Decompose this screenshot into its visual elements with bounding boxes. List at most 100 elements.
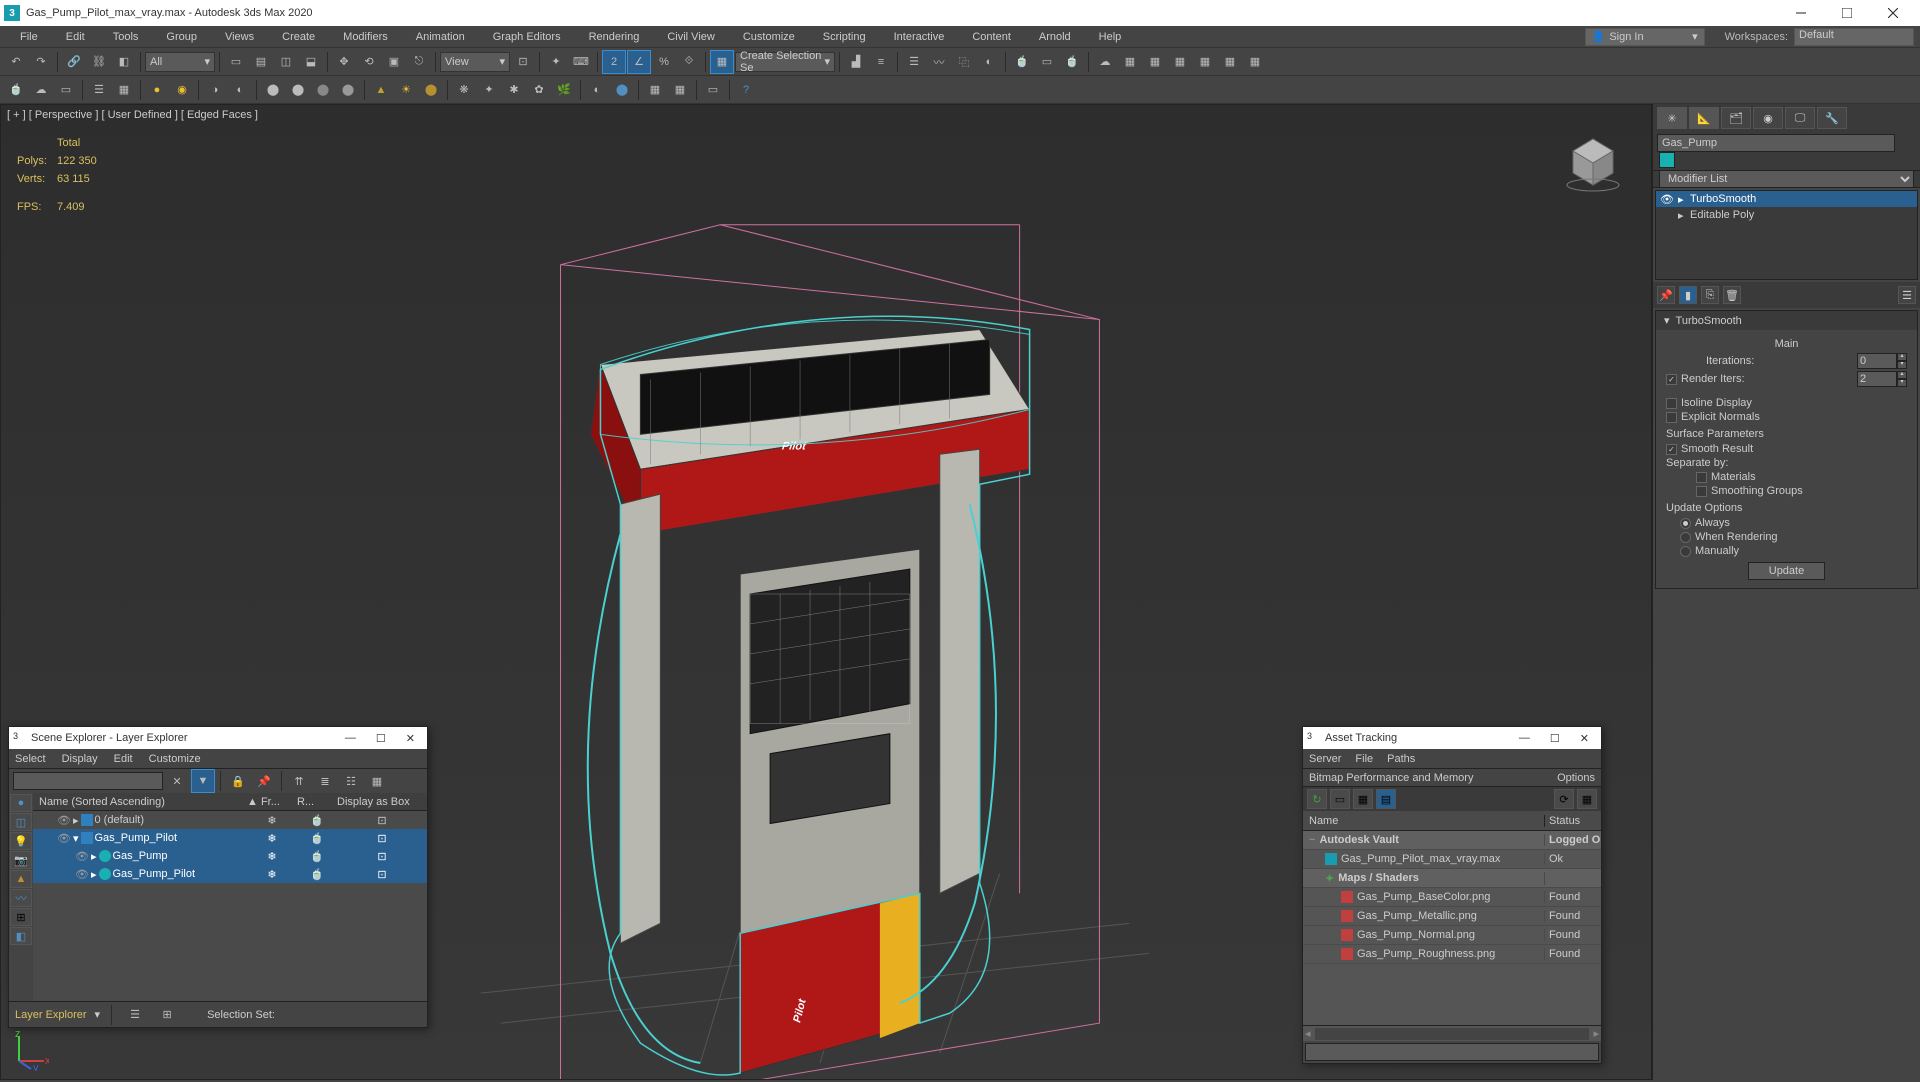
iterations-spinner[interactable]: ▴▾ [1857,353,1907,369]
menu-views[interactable]: Views [211,26,268,48]
tb-extra1[interactable]: ▦ [1118,50,1142,74]
ref-coord-dropdown[interactable]: View▾ [440,52,510,72]
se-t4-button[interactable]: ▦ [365,769,389,793]
at-row[interactable]: − Autodesk VaultLogged O [1303,831,1601,850]
menu-interactive[interactable]: Interactive [880,26,959,48]
maximize-button[interactable] [1824,0,1870,26]
at-col-status[interactable]: Status [1545,815,1601,827]
cloud-icon[interactable]: ☁ [29,78,53,102]
menu-group[interactable]: Group [152,26,211,48]
keyboard-button[interactable]: ⌨ [569,50,593,74]
named-selection-dropdown[interactable]: Create Selection Se▾ [735,52,835,72]
pin-stack-button[interactable]: 📌 [1657,286,1675,304]
curve-editor-button[interactable]: 〰 [927,50,951,74]
atmos2-icon[interactable]: ⬤ [610,78,634,102]
snap-2d-button[interactable]: 2 [602,50,626,74]
unlink-button[interactable]: ⛓ [87,50,111,74]
redo-button[interactable]: ↷ [29,50,53,74]
se-side-helper[interactable]: ▲ [10,870,32,888]
se-tree[interactable]: Name (Sorted Ascending) ▲ Fr... R... Dis… [33,793,427,1001]
menu-help[interactable]: Help [1085,26,1136,48]
menu-create[interactable]: Create [268,26,329,48]
at-row[interactable]: Gas_Pump_BaseColor.pngFound [1303,888,1601,907]
show-end-button[interactable]: ▮ [1679,286,1697,304]
tb-extra5[interactable]: ▦ [1218,50,1242,74]
se-foot-b2[interactable]: ⊞ [155,1003,179,1027]
grid-icon[interactable]: ▦ [112,78,136,102]
se-menu-display[interactable]: Display [62,753,98,765]
se-lock-button[interactable]: 🔒 [226,769,250,793]
se-menu-select[interactable]: Select [15,753,46,765]
manually-radio[interactable] [1680,546,1691,557]
plant-icon[interactable]: 🌿 [552,78,576,102]
misc2-icon[interactable]: ▦ [668,78,692,102]
link-button[interactable]: 🔗 [62,50,86,74]
se-row[interactable]: 👁 ▸ 0 (default)❄🍵⊡ [33,811,427,829]
menu-content[interactable]: Content [958,26,1025,48]
sphere3-icon[interactable]: ⬤ [311,78,335,102]
se-close-button[interactable]: ✕ [398,732,423,745]
at-refresh-button[interactable]: ↻ [1307,789,1327,809]
help-icon[interactable]: ? [734,78,758,102]
align-button[interactable]: ≡ [869,50,893,74]
viewport-label[interactable]: [ + ] [ Perspective ] [ User Defined ] [… [7,109,258,121]
se-columns[interactable]: Name (Sorted Ascending) ▲ Fr... R... Dis… [33,793,427,811]
at-sub-label[interactable]: Bitmap Performance and Memory [1309,772,1473,784]
se-search-input[interactable] [13,772,163,790]
smgroups-check[interactable] [1696,486,1707,497]
bind-button[interactable]: ◧ [112,50,136,74]
atmos1-icon[interactable]: ◐ [585,78,609,102]
select-place-button[interactable]: ⎋ [407,50,431,74]
render-setup-button[interactable]: 🍵 [1010,50,1034,74]
motion-tab[interactable]: ◉ [1753,107,1783,129]
at-options-label[interactable]: Options [1557,772,1595,784]
select-rotate-button[interactable]: ⟲ [357,50,381,74]
select-move-button[interactable]: ✥ [332,50,356,74]
box-icon[interactable]: ▭ [54,78,78,102]
at-close-button[interactable]: ✕ [1572,732,1597,745]
at-row[interactable]: Gas_Pump_Metallic.pngFound [1303,907,1601,926]
sign-in-button[interactable]: 👤 Sign In▾ [1585,28,1705,46]
sphere1-icon[interactable]: ⬤ [261,78,285,102]
se-side-cam[interactable]: 📷 [10,851,32,869]
pivot-button[interactable]: ⊡ [511,50,535,74]
teapot-icon[interactable]: 🍵 [4,78,28,102]
list-icon[interactable]: ☰ [87,78,111,102]
se-row[interactable]: 👁 ▸ Gas_Pump_Pilot❄🍵⊡ [33,865,427,883]
menu-animation[interactable]: Animation [402,26,479,48]
sphere5-icon[interactable]: ⬤ [419,78,443,102]
at-b6[interactable]: ▦ [1577,789,1597,809]
render-iters-check[interactable]: ✓ [1666,374,1677,385]
at-row[interactable]: ✦ Maps / Shaders [1303,869,1601,888]
cone-icon[interactable]: ▲ [369,78,393,102]
at-minimize-button[interactable]: — [1511,732,1538,744]
se-foot-dd[interactable]: ▾ [95,1008,101,1021]
se-t3-button[interactable]: ☷ [339,769,363,793]
undo-button[interactable]: ↶ [4,50,28,74]
layer-explorer-button[interactable]: ☰ [902,50,926,74]
rollout-header[interactable]: ▾ TurboSmooth [1656,311,1917,330]
helper1-icon[interactable]: ◑ [203,78,227,102]
at-menu-server[interactable]: Server [1309,753,1341,765]
se-row[interactable]: 👁 ▸ Gas_Pump❄🍵⊡ [33,847,427,865]
particle2-icon[interactable]: ✦ [477,78,501,102]
se-t2-button[interactable]: ≣ [313,769,337,793]
sun-icon[interactable]: ☀ [394,78,418,102]
explicit-check[interactable] [1666,412,1677,423]
smooth-check[interactable]: ✓ [1666,444,1677,455]
se-side-sphere[interactable]: ● [10,794,32,812]
stack-item-editable-poly[interactable]: ▸ Editable Poly [1656,207,1917,223]
se-row[interactable]: 👁 ▾ Gas_Pump_Pilot❄🍵⊡ [33,829,427,847]
menu-edit[interactable]: Edit [52,26,99,48]
menu-scripting[interactable]: Scripting [809,26,880,48]
at-b3[interactable]: ▦ [1353,789,1373,809]
select-object-button[interactable]: ▭ [224,50,248,74]
se-side-warp[interactable]: 〰 [10,889,32,907]
spinner-snap-button[interactable]: ⟐ [677,50,701,74]
se-t1-button[interactable]: ⇈ [287,769,311,793]
misc3-icon[interactable]: ▭ [701,78,725,102]
at-hscroll[interactable]: ◂ ▸ [1303,1025,1601,1041]
configure-button[interactable]: ☰ [1898,286,1916,304]
material-editor-button[interactable]: ◐ [977,50,1001,74]
at-b2[interactable]: ▭ [1330,789,1350,809]
